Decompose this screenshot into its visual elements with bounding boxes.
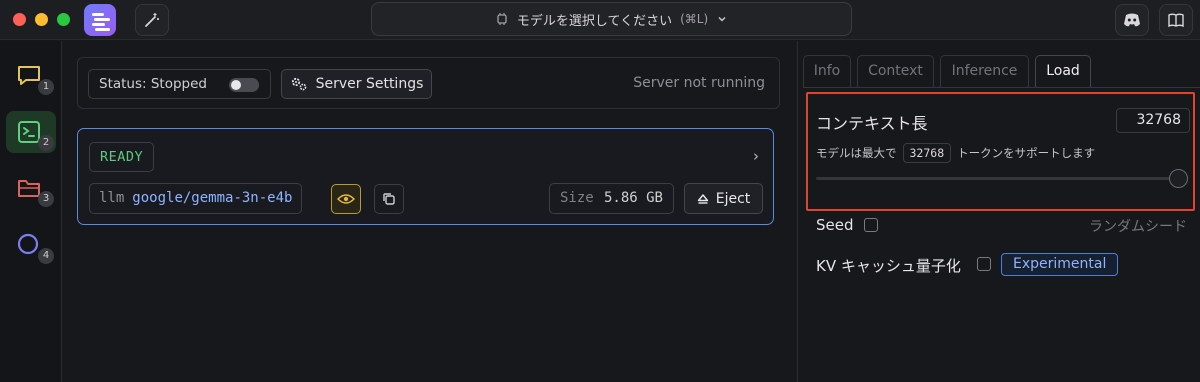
- model-select-label: モデルを選択してください: [516, 13, 673, 29]
- settings-panel: Info Context Inference Load コンテキスト長 3276…: [797, 41, 1200, 382]
- sidebar-badge: 2: [38, 135, 54, 151]
- tab-divider: [803, 87, 1200, 88]
- context-length-description: モデルは最大で 32768 トークンをサポートします: [816, 141, 1095, 165]
- app-logo: [84, 4, 116, 36]
- seed-label: Seed: [816, 216, 854, 234]
- context-length-title: コンテキスト長: [816, 114, 928, 133]
- experimental-badge: Experimental: [1001, 253, 1119, 276]
- model-id-text: google/gemma-3n-e4b: [132, 190, 293, 206]
- server-settings-label: Server Settings: [315, 76, 424, 92]
- context-length-input[interactable]: 32768: [1116, 108, 1190, 133]
- loaded-model-card[interactable]: READY › llm google/gemma-3n-e4b Size 5.86…: [77, 128, 774, 225]
- sidebar-item-my-models[interactable]: 3: [6, 167, 56, 209]
- model-select-shortcut: (⌘L): [680, 12, 709, 26]
- zoom-window-button[interactable]: [57, 13, 70, 26]
- context-max-chip: 32768: [902, 143, 952, 163]
- eye-icon: [337, 194, 355, 204]
- gears-icon: [291, 77, 306, 91]
- docs-button[interactable]: [1159, 4, 1193, 36]
- seed-hint: ランダムシード: [1089, 219, 1187, 235]
- chevron-right-icon[interactable]: ›: [753, 147, 759, 165]
- wand-button[interactable]: [135, 4, 169, 36]
- tab-load[interactable]: Load: [1035, 55, 1091, 87]
- visibility-button[interactable]: [331, 184, 361, 214]
- kv-cache-checkbox[interactable]: [977, 257, 991, 271]
- discord-button[interactable]: [1115, 4, 1149, 36]
- sidebar-item-discover[interactable]: 4: [6, 224, 56, 266]
- server-toggle[interactable]: [229, 78, 259, 92]
- model-prefix: llm: [99, 190, 125, 206]
- server-status-label: Status: Stopped: [99, 76, 207, 92]
- copy-icon: [383, 193, 395, 205]
- model-status-badge: READY: [89, 142, 155, 172]
- sidebar-item-developer[interactable]: 2: [6, 111, 56, 153]
- context-desc-prefix: モデルは最大で: [816, 146, 897, 160]
- model-identifier[interactable]: llm google/gemma-3n-e4b: [89, 183, 303, 214]
- tab-context[interactable]: Context: [857, 55, 934, 87]
- eject-icon: [697, 193, 708, 204]
- sidebar-item-chat[interactable]: 1: [6, 55, 56, 97]
- close-window-button[interactable]: [13, 13, 26, 26]
- minimize-window-button[interactable]: [35, 13, 48, 26]
- size-value: 5.86 GB: [603, 190, 663, 206]
- kv-cache-label: KV キャッシュ量子化: [816, 257, 961, 275]
- wand-icon: [145, 13, 159, 27]
- tab-info[interactable]: Info: [803, 55, 851, 87]
- main-panel: Status: Stopped Server Settings Server n…: [63, 41, 796, 382]
- context-desc-suffix: トークンをサポートします: [957, 146, 1096, 160]
- book-icon: [1168, 13, 1184, 28]
- model-select[interactable]: モデルを選択してください (⌘L): [371, 2, 852, 36]
- size-label: Size: [560, 190, 594, 206]
- context-length-slider[interactable]: [816, 177, 1178, 180]
- seed-checkbox[interactable]: [864, 218, 878, 232]
- copy-button[interactable]: [374, 184, 404, 214]
- toggle-knob: [231, 80, 241, 90]
- discord-icon: [1124, 13, 1140, 27]
- server-status-control[interactable]: Status: Stopped: [88, 69, 271, 99]
- chevron-down-icon: [718, 16, 726, 22]
- chip-icon: [497, 13, 507, 25]
- slider-thumb[interactable]: [1169, 169, 1188, 188]
- eject-button[interactable]: Eject: [684, 183, 763, 214]
- sidebar-rail: 1 2 3 4: [0, 41, 62, 382]
- eject-label: Eject: [715, 190, 751, 207]
- tab-inference[interactable]: Inference: [940, 55, 1029, 87]
- sidebar-badge: 1: [38, 79, 54, 95]
- sidebar-badge: 4: [38, 248, 54, 264]
- model-size: Size 5.86 GB: [549, 183, 674, 214]
- server-settings-button[interactable]: Server Settings: [281, 69, 432, 99]
- title-bar: モデルを選択してください (⌘L): [0, 0, 1200, 40]
- sidebar-badge: 3: [38, 191, 54, 207]
- server-state-text: Server not running: [633, 75, 765, 91]
- server-toolbar: Status: Stopped Server Settings Server n…: [77, 57, 780, 109]
